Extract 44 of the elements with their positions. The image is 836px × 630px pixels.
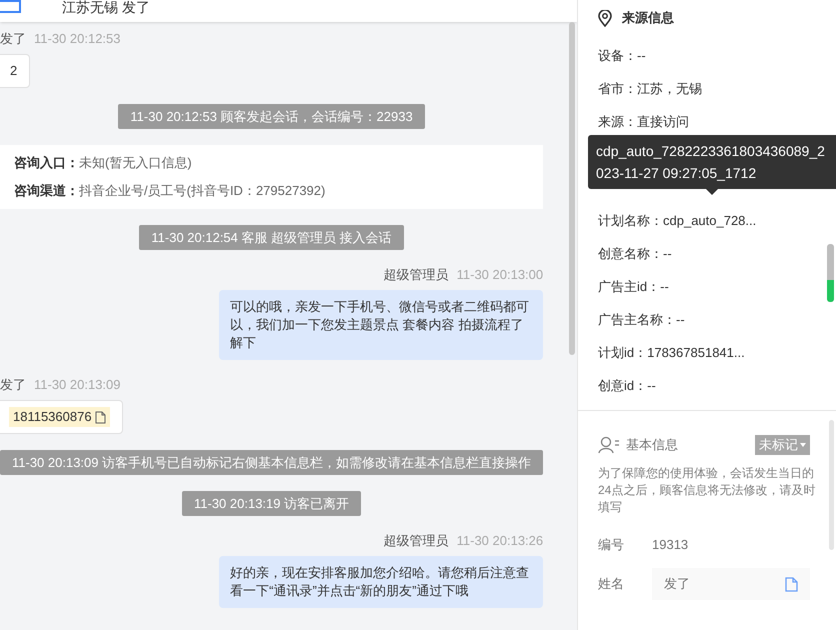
source-info-line: 省市：江苏，无锡 [598,80,702,98]
entry-info-line: 咨询入口：未知(暂无入口信息) [14,154,193,172]
scrollbar-thumb[interactable] [827,244,834,302]
tooltip: cdp_auto_7282223361803436089_2023-11-27 09:27:05_1712 [588,135,836,189]
message-bubble: 好的亲，现在安排客服加您介绍哈。请您稍后注意查看一下“通讯录”并点击“新的朋友”通过下哦 [219,556,544,608]
message-time: 11-30 20:12:53 [34,30,120,48]
notice-text: 为了保障您的使用体验，会话发生当日的24点之后，顾客信息将无法修改，请及时填写 [598,465,816,516]
entry-info-line: 咨询渠道：抖音企业号/员工号(抖音号ID：279527392) [14,182,326,200]
location-pin-icon [598,10,612,26]
message-bubble: 2 [0,54,30,88]
source-info-line: 广告主id：-- [598,278,669,296]
message-time: 11-30 20:13:09 [34,376,120,394]
sender-name: 超级管理员 [384,266,449,284]
message-time: 11-30 20:13:26 [456,532,544,550]
section-title: 基本信息 [626,436,679,454]
system-notice: 11-30 20:13:09 访客手机号已自动标记右侧基本信息栏，如需修改请在基本信息栏直接操作 [0,450,544,475]
sender-name: 发了 [0,30,26,48]
caret-icon [800,443,806,447]
source-info-line: 设备：-- [598,47,646,65]
source-info-line: 创意id：-- [598,377,656,395]
system-notice: 11-30 20:12:53 顾客发起会话，会话编号：22933 [118,104,425,129]
scrollbar-thumb[interactable] [569,22,576,355]
source-info-line: 创意名称：-- [598,245,672,263]
scrollbar-thumb[interactable] [829,420,834,550]
source-info-line: 计划名称：cdp_auto_728... [598,212,756,230]
section-title: 来源信息 [622,9,674,28]
message-time: 11-30 20:13:00 [456,266,544,284]
source-info-line: 计划id：178367851841... [598,344,745,362]
tooltip-arrow-icon [706,189,718,195]
card-icon [0,0,22,14]
message-bubble: 可以的哦，亲发一下手机号、微信号或者二维码都可以，我们加一下您发主题景点 套餐内容 拍摄流程了解下 [219,290,544,360]
user-icon [598,436,620,454]
sender-name: 发了 [0,376,26,394]
source-info-line: 广告主名称：-- [598,311,685,329]
phone-number-tag[interactable]: 18115360876 [9,407,110,427]
field-label: 编号 [598,536,625,554]
field-value: 19313 [652,536,688,554]
source-info-line: 来源：直接访问 [598,113,689,131]
field-label: 姓名 [598,575,625,594]
system-notice: 11-30 20:13:19 访客已离开 [182,491,362,516]
copy-icon[interactable] [94,410,106,424]
chat-title: 江苏无锡 发了 [62,0,150,14]
system-notice: 11-30 20:12:54 客服 超级管理员 接入会话 [139,225,404,250]
sender-name: 超级管理员 [384,532,449,550]
